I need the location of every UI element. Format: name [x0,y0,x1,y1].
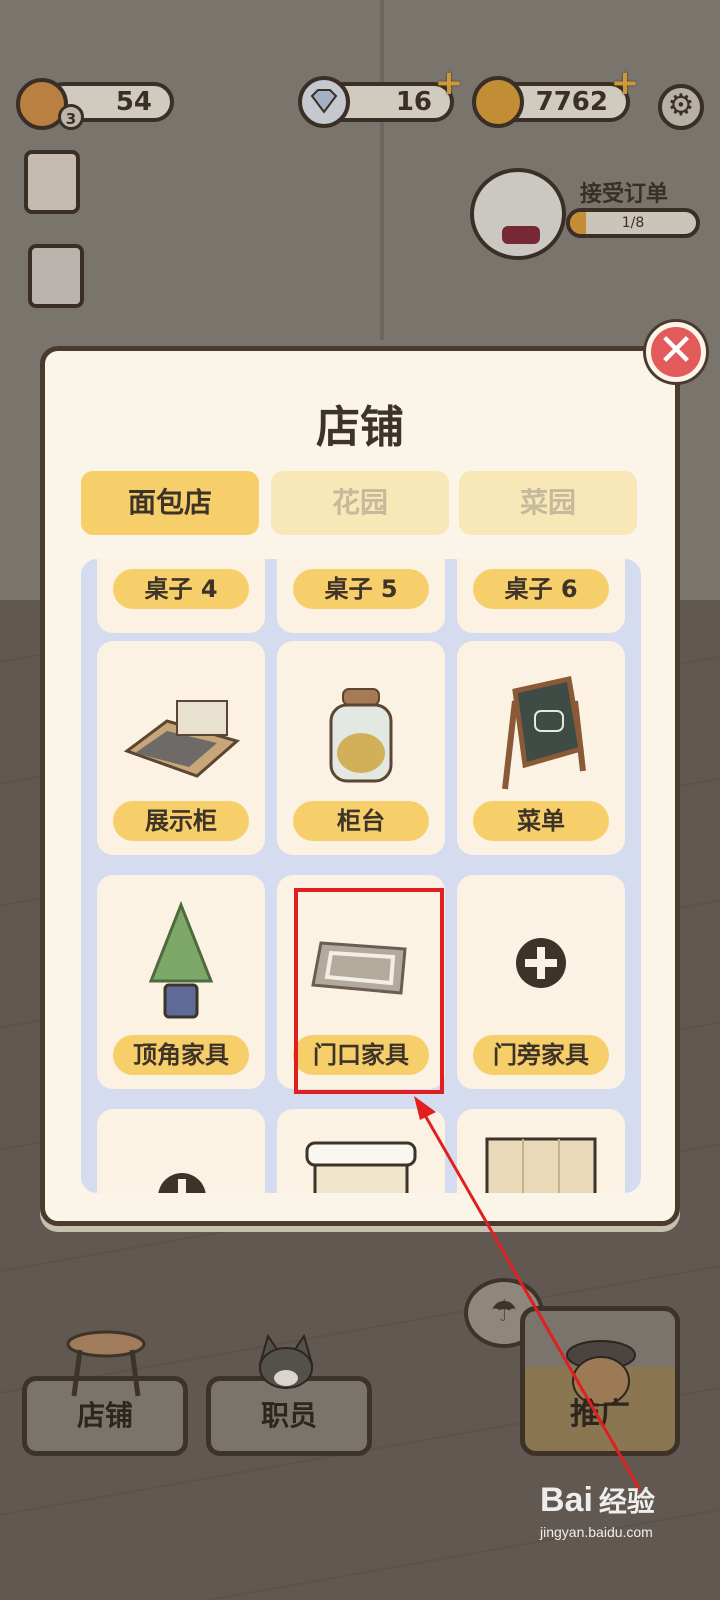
plant-icon [148,901,214,1019]
furniture-card-shelf[interactable] [277,1109,445,1193]
card-label: 门旁家具 [473,1035,609,1075]
shelf-icon [305,1141,417,1193]
tab-garden[interactable]: 花园 [271,471,449,535]
furniture-card-counter[interactable]: 柜台 [277,641,445,855]
promo-button[interactable]: 推广 [520,1306,680,1456]
watermark-url: jingyan.baidu.com [540,1524,653,1540]
card-label: 展示柜 [113,801,249,841]
card-label: 菜单 [473,801,609,841]
tab-vegetable-garden[interactable]: 菜园 [459,471,637,535]
close-button[interactable]: ✕ [646,322,706,382]
watermark-logo-text: Bai [540,1481,593,1519]
baidu-watermark: Bai 经验 jingyan.baidu.com [540,1480,710,1580]
husky-icon [258,1334,314,1389]
furniture-card-table4[interactable]: 桌子 4 [97,559,265,633]
tab-bakery[interactable]: 面包店 [81,471,259,535]
furniture-card-display-case[interactable]: 展示柜 [97,641,265,855]
shop-panel: 店铺 面包店 花园 菜园 桌子 4 桌子 5 桌子 6 展示柜 柜台 菜单 顶角… [40,346,680,1226]
staff-button-label: 职员 [260,1399,317,1432]
promo-button-label: 推广 [570,1397,630,1432]
furniture-card-wall[interactable] [457,1109,625,1193]
watermark-logo: Bai 经验 [540,1480,710,1520]
display-case-icon [123,700,241,778]
furniture-card-corner[interactable]: 顶角家具 [97,875,265,1089]
watermark-logo-suffix: 经验 [598,1486,655,1517]
shop-button-label: 店铺 [76,1399,133,1432]
card-label: 桌子 5 [293,569,429,609]
add-plus-icon [516,938,566,988]
add-plus-icon [158,1173,206,1193]
jar-icon [329,688,393,783]
card-label: 桌子 4 [113,569,249,609]
card-label: 顶角家具 [113,1035,249,1075]
furniture-card-table5[interactable]: 桌子 5 [277,559,445,633]
furniture-card-table6[interactable]: 桌子 6 [457,559,625,633]
furniture-grid: 桌子 4 桌子 5 桌子 6 展示柜 柜台 菜单 顶角家具 门口家具 门旁家具 [81,559,641,1193]
wood-panel-icon [485,1137,597,1193]
furniture-card-menu[interactable]: 菜单 [457,641,625,855]
card-label: 柜台 [293,801,429,841]
highlight-box [294,888,444,1094]
stool-icon [66,1330,146,1397]
card-label: 桌子 6 [473,569,609,609]
furniture-card-empty[interactable] [97,1109,265,1193]
panel-title: 店铺 [316,402,404,453]
menu-board-icon [502,675,586,790]
furniture-card-door-side[interactable]: 门旁家具 [457,875,625,1089]
